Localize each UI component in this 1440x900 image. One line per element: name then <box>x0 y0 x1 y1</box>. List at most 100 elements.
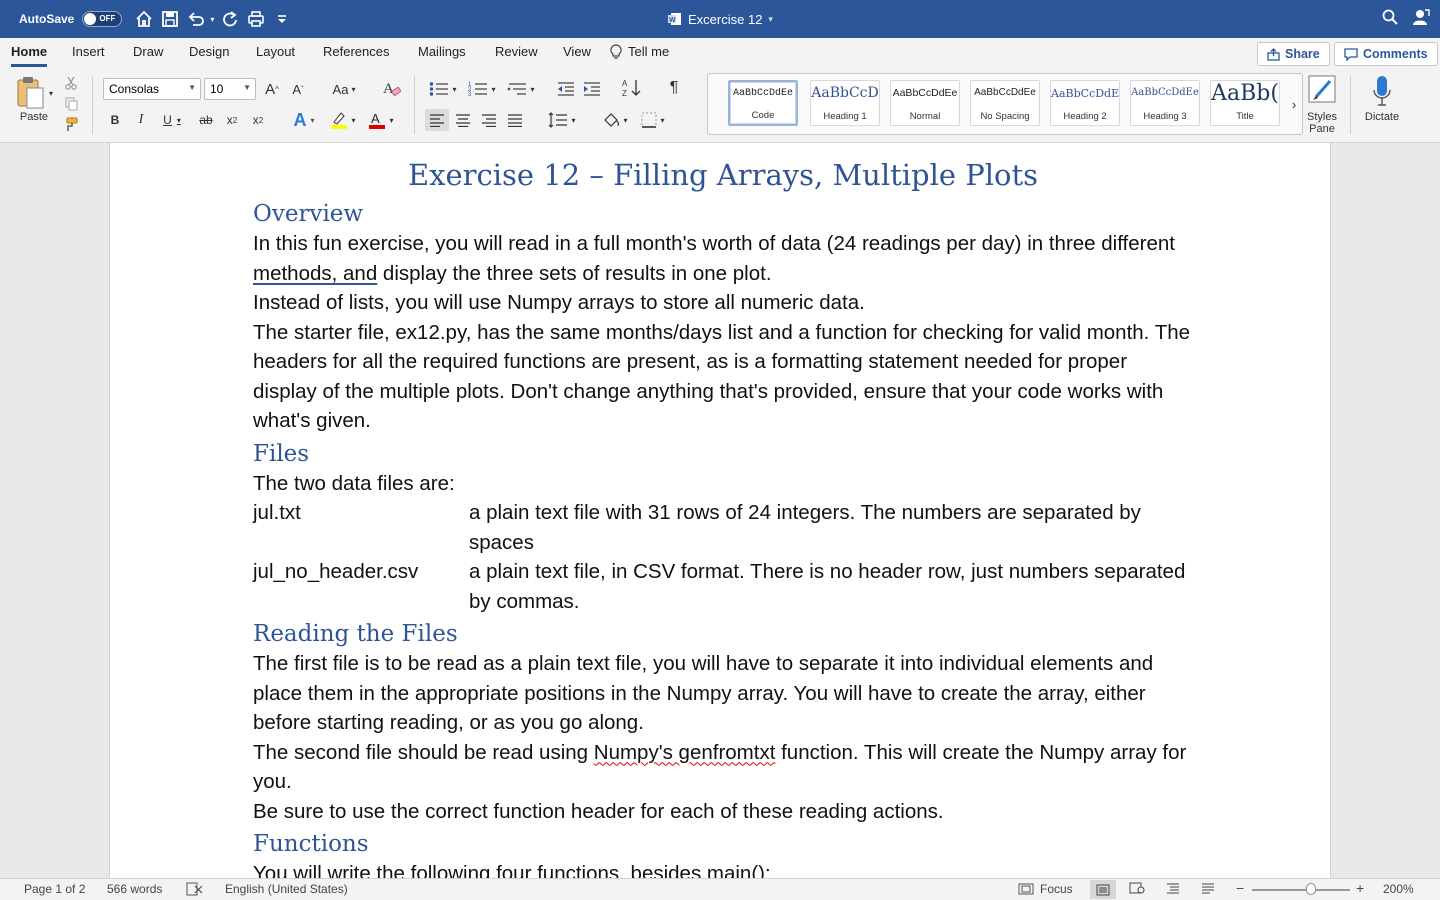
proofing-icon[interactable] <box>186 882 204 896</box>
draft-icon[interactable] <box>1201 882 1215 894</box>
redo-icon[interactable] <box>220 9 240 29</box>
text-effects-icon[interactable]: A ▾ <box>288 109 320 131</box>
save-icon[interactable] <box>160 9 180 29</box>
bullets-icon[interactable]: ▾ <box>426 78 460 100</box>
underline-icon[interactable]: U ▾ <box>156 110 188 130</box>
cut-icon[interactable] <box>62 75 80 91</box>
subscript-icon[interactable]: x2 <box>222 110 242 130</box>
style-heading-1[interactable]: AaBbCcD Heading 1 <box>810 80 880 126</box>
style-code[interactable]: AaBbCcDdEe Code <box>728 80 798 126</box>
tab-references[interactable]: References <box>323 44 389 59</box>
tab-home[interactable]: Home <box>11 44 48 67</box>
italic-icon[interactable]: I <box>131 110 151 130</box>
undo-icon[interactable] <box>186 9 206 29</box>
style-heading-2[interactable]: AaBbCcDdE Heading 2 <box>1050 80 1120 126</box>
align-left-icon[interactable] <box>425 109 449 131</box>
tab-mailings[interactable]: Mailings <box>418 44 466 59</box>
grow-font-icon[interactable]: A ^ <box>262 78 282 100</box>
paste-dropdown-icon[interactable]: ▾ <box>49 89 53 98</box>
undo-dropdown-icon[interactable]: ▾ <box>210 15 214 24</box>
style-normal[interactable]: AaBbCcDdEe Normal <box>890 80 960 126</box>
style-label: No Spacing <box>980 111 1030 122</box>
svg-text:Z: Z <box>622 89 627 98</box>
outline-icon[interactable] <box>1166 882 1180 894</box>
share-button[interactable]: Share <box>1257 42 1330 66</box>
style-label: Title <box>1236 111 1254 122</box>
style-label: Code <box>751 110 775 121</box>
ribbon-tabs: Home Insert Draw Design Layout Reference… <box>0 38 1440 68</box>
show-formatting-icon[interactable]: ¶ <box>664 77 684 99</box>
tab-view[interactable]: View <box>563 44 591 59</box>
paste-button[interactable]: ▾ <box>14 74 54 112</box>
overview-paragraph-2: Instead of lists, you will use Numpy arr… <box>253 291 865 314</box>
title-chevron-down-icon[interactable]: ▾ <box>768 14 773 25</box>
document-area[interactable]: Exercise 12 – Filling Arrays, Multiple P… <box>0 143 1440 878</box>
copy-icon[interactable] <box>62 96 80 112</box>
grammar-flag[interactable]: methods, and <box>253 262 377 285</box>
tell-me-label: Tell me <box>628 44 670 59</box>
tab-insert[interactable]: Insert <box>72 44 105 59</box>
account-icon[interactable] <box>1412 8 1430 31</box>
line-spacing-icon[interactable]: ▾ <box>545 109 579 131</box>
zoom-in-icon[interactable]: + <box>1356 880 1364 896</box>
align-center-icon[interactable] <box>452 109 474 131</box>
zoom-out-icon[interactable]: − <box>1236 880 1244 896</box>
tab-layout[interactable]: Layout <box>256 44 295 59</box>
multilevel-list-icon[interactable]: ▾ <box>504 78 538 100</box>
tab-draw[interactable]: Draw <box>133 44 163 59</box>
zoom-slider-thumb[interactable] <box>1306 883 1316 895</box>
borders-icon[interactable]: ▾ <box>636 109 670 131</box>
change-case-icon[interactable]: Aa ▾ <box>328 78 360 100</box>
functions-paragraph-1: You will write the following four functi… <box>253 862 771 878</box>
dictate-label: Dictate <box>1364 111 1400 123</box>
increase-indent-icon[interactable] <box>581 78 603 100</box>
decrease-indent-icon[interactable] <box>555 78 577 100</box>
numbering-icon[interactable]: 1 2 3 ▾ <box>465 78 499 100</box>
autosave-toggle[interactable]: OFF <box>82 11 123 27</box>
file-description: a plain text file, in CSV format. There … <box>469 560 1186 613</box>
word-count[interactable]: 566 words <box>107 882 162 896</box>
clear-formatting-icon[interactable]: A <box>380 76 404 100</box>
print-icon[interactable] <box>246 9 266 29</box>
highlight-icon[interactable]: ▾ <box>326 109 360 131</box>
strikethrough-icon[interactable]: ab <box>195 110 217 130</box>
bold-icon[interactable]: B <box>105 110 125 130</box>
superscript-icon[interactable]: x2 <box>248 110 268 130</box>
document-page[interactable]: Exercise 12 – Filling Arrays, Multiple P… <box>109 143 1331 878</box>
style-heading-3[interactable]: AaBbCcDdEe Heading 3 <box>1130 80 1200 126</box>
zoom-slider-track[interactable] <box>1252 889 1350 891</box>
format-painter-icon[interactable] <box>62 116 80 134</box>
search-icon[interactable] <box>1382 9 1398 30</box>
spelling-flag[interactable]: Numpy's genfromtxt <box>594 741 776 764</box>
shading-icon[interactable]: ▾ <box>598 109 632 131</box>
share-icon <box>1267 47 1280 61</box>
overview-paragraph-3: The starter file, ex12.py, has the same … <box>253 320 1191 433</box>
sort-icon[interactable]: AZ <box>620 76 644 100</box>
customize-icon[interactable] <box>272 9 292 29</box>
style-no-spacing[interactable]: AaBbCcDdEe No Spacing <box>970 80 1040 126</box>
shrink-font-icon[interactable]: Aˇ <box>288 78 308 100</box>
document-content[interactable]: Exercise 12 – Filling Arrays, Multiple P… <box>253 155 1193 878</box>
print-layout-icon[interactable] <box>1090 880 1116 899</box>
zoom-level[interactable]: 200% <box>1383 882 1414 896</box>
comments-button[interactable]: Comments <box>1334 42 1438 66</box>
svg-text:A: A <box>371 111 380 126</box>
font-color-icon[interactable]: A ▾ <box>364 109 398 131</box>
tab-design[interactable]: Design <box>189 44 229 59</box>
justify-icon[interactable] <box>504 109 526 131</box>
home-icon[interactable] <box>134 9 154 29</box>
style-title[interactable]: AaBb( Title <box>1210 80 1280 126</box>
language-status[interactable]: English (United States) <box>225 882 348 896</box>
font-size-select[interactable]: 10 ▼ <box>204 78 256 100</box>
tell-me[interactable]: Tell me <box>610 44 669 59</box>
page-count[interactable]: Page 1 of 2 <box>24 882 85 896</box>
tab-review[interactable]: Review <box>495 44 538 59</box>
styles-pane-button[interactable] <box>1307 74 1339 106</box>
dictate-button[interactable] <box>1368 74 1396 108</box>
align-right-icon[interactable] <box>478 109 500 131</box>
focus-button[interactable]: Focus <box>1018 882 1073 896</box>
styles-more-chevron-icon[interactable]: › <box>1288 94 1300 114</box>
web-layout-icon[interactable] <box>1129 882 1145 894</box>
heading-overview: Overview <box>253 201 364 227</box>
font-name-select[interactable]: Consolas ▼ <box>103 78 201 100</box>
